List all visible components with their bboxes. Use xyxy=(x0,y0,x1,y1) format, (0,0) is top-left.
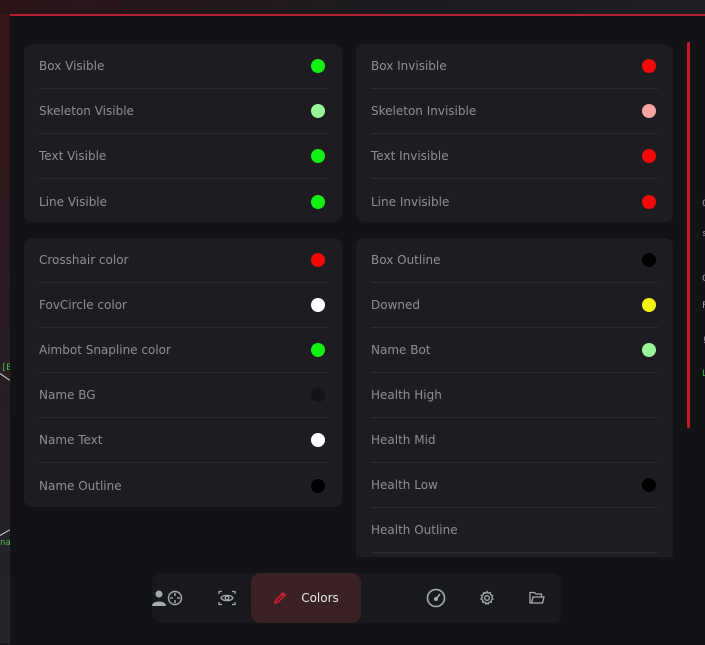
color-swatch[interactable] xyxy=(311,388,325,402)
color-swatch[interactable] xyxy=(642,104,656,118)
nav-settings[interactable] xyxy=(464,573,510,623)
gear-icon xyxy=(479,590,495,606)
color-swatch[interactable] xyxy=(642,478,656,492)
color-row[interactable]: Crosshair color xyxy=(39,238,327,283)
color-label: Skeleton Invisible xyxy=(371,104,477,118)
color-row[interactable]: Name Outline xyxy=(39,463,327,507)
color-row[interactable]: Health Low xyxy=(371,463,658,508)
color-label: Name Bot xyxy=(371,343,431,357)
color-swatch[interactable] xyxy=(642,149,656,163)
color-swatch[interactable] xyxy=(311,194,325,209)
color-row[interactable]: Skeleton Visible xyxy=(39,89,327,134)
color-row[interactable]: Text Invisible xyxy=(371,134,658,179)
pen-icon xyxy=(273,591,287,605)
color-row[interactable]: Line Invisible xyxy=(371,179,658,222)
gauge-icon xyxy=(426,588,446,608)
color-row[interactable]: Name BG xyxy=(39,373,327,418)
color-swatch[interactable] xyxy=(311,343,325,357)
bottom-nav: Colors xyxy=(152,573,562,623)
color-row[interactable]: Health Outline xyxy=(371,508,658,553)
color-row[interactable]: Line Visible xyxy=(39,179,327,222)
color-label: Health Outline xyxy=(371,523,458,537)
color-label: Text Visible xyxy=(39,149,107,163)
nav-colors[interactable]: Colors xyxy=(251,573,361,623)
color-label: Name BG xyxy=(39,388,96,402)
color-label: Line Visible xyxy=(39,194,108,209)
color-row[interactable]: Health High xyxy=(371,373,658,418)
color-label: Health High xyxy=(371,388,442,402)
nav-misc[interactable] xyxy=(413,573,459,623)
color-row[interactable]: Box Visible xyxy=(39,44,327,89)
color-swatch[interactable] xyxy=(642,253,656,267)
color-label: Skeleton Visible xyxy=(39,104,134,118)
nav-visuals[interactable] xyxy=(204,573,250,623)
color-swatch[interactable] xyxy=(311,433,325,447)
color-label: Aimbot Snapline color xyxy=(39,343,171,357)
color-label: FovCircle color xyxy=(39,298,127,312)
color-swatch[interactable] xyxy=(642,298,656,312)
color-swatch[interactable] xyxy=(642,343,656,357)
color-swatch[interactable] xyxy=(311,253,325,267)
misc-colors-panel: Crosshair color FovCircle color Aimbot S… xyxy=(24,238,342,507)
color-row[interactable]: Name Text xyxy=(39,418,327,463)
color-label: Line Invisible xyxy=(371,194,450,209)
color-label: Downed xyxy=(371,298,421,312)
color-label: Box Invisible xyxy=(371,59,447,73)
color-label: Name Text xyxy=(39,433,103,447)
nav-configs[interactable] xyxy=(514,573,560,623)
color-row[interactable]: Aimbot Snapline color xyxy=(39,328,327,373)
visible-colors-panel: Box Visible Skeleton Visible Text Visibl… xyxy=(24,44,342,222)
color-label: Box Outline xyxy=(371,253,441,267)
color-row[interactable]: Box Invisible xyxy=(371,44,658,89)
nav-player[interactable] xyxy=(152,573,166,623)
background-top-edge xyxy=(0,0,705,14)
color-row[interactable]: Downed xyxy=(371,283,658,328)
color-row[interactable]: FovCircle color xyxy=(39,283,327,328)
color-swatch[interactable] xyxy=(311,478,325,493)
scrollbar-thumb[interactable] xyxy=(687,42,690,428)
color-row[interactable]: Box Outline xyxy=(371,238,658,283)
color-row[interactable]: Skeleton Invisible xyxy=(371,89,658,134)
color-label: Text Invisible xyxy=(371,149,449,163)
color-label: Health Low xyxy=(371,478,438,492)
color-row[interactable]: Health Mid xyxy=(371,418,658,463)
color-label: Crosshair color xyxy=(39,253,129,267)
eye-scan-icon xyxy=(218,590,236,606)
outline-colors-panel: Box Outline Downed Name Bot Health High … xyxy=(356,238,673,557)
color-row[interactable]: Text Visible xyxy=(39,134,327,179)
color-row[interactable]: Name Bot xyxy=(371,328,658,373)
color-swatch[interactable] xyxy=(311,104,325,118)
user-icon xyxy=(152,590,166,606)
color-label: Name Outline xyxy=(39,478,122,493)
color-label: Box Visible xyxy=(39,59,105,73)
folder-icon xyxy=(529,591,545,605)
crosshair-icon xyxy=(167,590,183,606)
invisible-colors-panel: Box Invisible Skeleton Invisible Text In… xyxy=(356,44,673,222)
color-swatch[interactable] xyxy=(311,59,325,73)
color-swatch[interactable] xyxy=(311,149,325,163)
nav-colors-label: Colors xyxy=(301,591,339,605)
color-swatch[interactable] xyxy=(311,298,325,312)
color-swatch[interactable] xyxy=(642,194,656,209)
color-label: Health Mid xyxy=(371,433,436,447)
color-swatch[interactable] xyxy=(642,59,656,73)
